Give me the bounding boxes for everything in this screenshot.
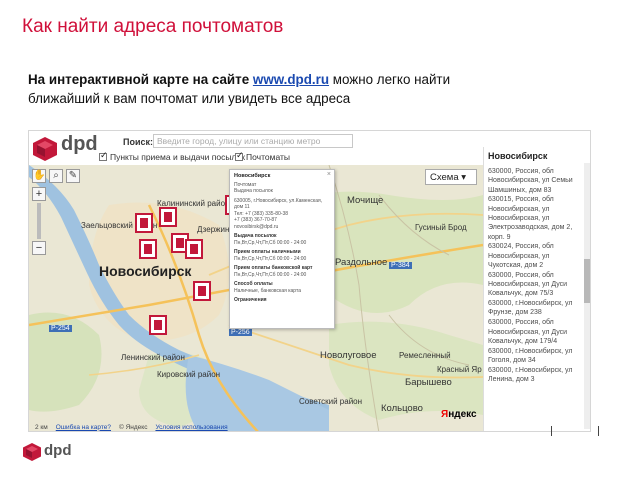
map-terms-link[interactable]: Условия использования xyxy=(155,424,227,431)
zoom-out-button[interactable]: − xyxy=(32,241,46,255)
popup-title: Новосибирск xyxy=(234,173,271,179)
popup-email: novosibirsk@dpd.ru xyxy=(234,223,279,230)
popup-type-value: Выдача посылок xyxy=(234,188,273,194)
postomat-marker[interactable] xyxy=(193,281,211,301)
list-item[interactable]: 630000, г.Новосибирск, ул Гоголя, дом 34 xyxy=(488,347,580,366)
intro-line2: ближайший к вам почтомат или увидеть все… xyxy=(28,91,351,106)
list-item[interactable]: 630000, Россия, обл Новосибирская, ул Ду… xyxy=(488,271,580,299)
road-shield-r256: Р-256 xyxy=(229,329,252,336)
postomat-marker[interactable] xyxy=(159,207,177,227)
filter-postomats-label: Почтоматы xyxy=(246,152,290,162)
map-type-button[interactable]: Схема ▾ xyxy=(425,169,477,185)
place-mochische: Мочище xyxy=(347,195,384,206)
site-logo-text: dpd xyxy=(61,133,98,155)
postomat-marker[interactable] xyxy=(139,239,157,259)
filter-postomats[interactable]: Почтоматы xyxy=(235,150,290,162)
map-copyright: © Яндекс xyxy=(118,423,148,431)
popup-cash-hours: Пн,Вт,Ср,Чт,Пт,Сб 00:00 - 24:00 xyxy=(234,255,307,262)
map-scale: 2 км xyxy=(35,423,48,431)
postomat-info-popup: × Новосибирск Почтомат Выдача посылок 63… xyxy=(229,169,335,329)
road-shield-r384: Р-384 xyxy=(389,262,412,269)
road-shield-r254: Р-254 xyxy=(49,325,72,332)
intro-rest: можно легко найти xyxy=(332,72,451,87)
popup-restrictions: Ограничения xyxy=(234,297,267,303)
search-label: Поиск: xyxy=(123,137,154,147)
place-leninsky: Ленинский район xyxy=(121,353,185,362)
place-krasny-yar: Красный Яр xyxy=(437,365,482,374)
dpd-site-link[interactable]: www.dpd.ru xyxy=(253,72,329,87)
intro-text: На интерактивной карте на сайте www.dpd.… xyxy=(28,70,568,108)
place-sovetsky: Советский район xyxy=(299,397,363,406)
filter-pickup-points[interactable]: Пункты приема и выдачи посылок xyxy=(99,150,245,162)
dpd-site-screenshot: dpd Поиск: Введите город, улицу или стан… xyxy=(28,130,591,432)
list-item[interactable]: 630000, г.Новосибирск, ул Ленина, дом 3 xyxy=(488,366,580,385)
search-input[interactable]: Введите город, улицу или станцию метро xyxy=(153,134,353,148)
address-list-header: Новосибирск xyxy=(488,151,548,161)
slide-title: Как найти адреса почтоматов xyxy=(22,16,284,37)
list-item[interactable]: 630000, Россия, обл Новосибирская, ул Ду… xyxy=(488,318,580,346)
popup-pay-value: Наличные, банковская карта xyxy=(234,287,301,294)
list-item[interactable]: 630000, Россия, обл Новосибирская, ул Се… xyxy=(488,167,580,195)
ruler-icon[interactable]: ✎ xyxy=(66,169,80,183)
yandex-logo: Яндекс xyxy=(441,409,477,420)
filter-pickup-label: Пункты приема и выдачи посылок xyxy=(110,152,245,162)
footer-logo-text: dpd xyxy=(44,442,72,459)
postomat-marker[interactable] xyxy=(149,315,167,335)
popup-close-icon[interactable]: × xyxy=(327,171,331,179)
scrollbar-thumb[interactable] xyxy=(584,259,590,303)
footer-divider xyxy=(598,426,599,436)
place-kirovsky: Кировский район xyxy=(157,370,221,379)
postomat-marker[interactable] xyxy=(185,239,203,259)
map-view[interactable]: ✋ ⌕ ✎ + − Схема ▾ Новосибирск Калинински… xyxy=(29,165,483,431)
place-koltsovo: Кольцово xyxy=(381,403,423,414)
pan-hand-icon[interactable]: ✋ xyxy=(32,169,46,183)
map-error-link[interactable]: Ошибка на карте? xyxy=(56,424,111,431)
popup-hours: Пн,Вт,Ср,Чт,Пт,Сб 00:00 - 24:00 xyxy=(234,239,307,246)
list-item[interactable]: 630015, Россия, обл Новосибирская, ул Но… xyxy=(488,195,580,241)
popup-address: 630005, г.Новосибирск, ул.Каменская, дом… xyxy=(234,197,323,211)
filter-pickup-checkbox[interactable] xyxy=(99,150,108,161)
address-list: Новосибирск 630000, Россия, обл Новосиби… xyxy=(483,147,590,431)
popup-card-hours: Пн,Вт,Ср,Чт,Пт,Сб 00:00 - 24:00 xyxy=(234,271,307,278)
place-novolugovoe: Новолуговое xyxy=(320,350,377,361)
map-footer: 2 км Ошибка на карте? © Яндекс Условия и… xyxy=(35,421,475,431)
address-list-body: 630000, Россия, обл Новосибирская, ул Се… xyxy=(488,167,580,385)
footer-divider xyxy=(551,426,552,436)
zoom-in-button[interactable]: + xyxy=(32,187,46,201)
zoom-slider[interactable] xyxy=(37,203,41,239)
place-remeslenny: Ремесленный xyxy=(399,351,451,360)
place-barysheva: Барышево xyxy=(405,377,452,388)
place-gusinyi-brod: Гусиный Брод xyxy=(415,223,467,232)
intro-bold: На интерактивной карте на сайте xyxy=(28,72,250,87)
filter-postomats-checkbox[interactable] xyxy=(235,150,244,161)
address-list-scrollbar[interactable] xyxy=(584,163,590,429)
list-item[interactable]: 630000, г.Новосибирск, ул Фрунзе, дом 23… xyxy=(488,299,580,318)
postomat-marker[interactable] xyxy=(135,213,153,233)
zoom-control: + − xyxy=(32,187,48,257)
list-item[interactable]: 630024, Россия, обл Новосибирская, ул Чу… xyxy=(488,242,580,270)
place-razdolnoe: Раздольное xyxy=(335,257,388,268)
city-label: Новосибирск xyxy=(99,263,192,279)
magnifier-icon[interactable]: ⌕ xyxy=(49,169,63,183)
